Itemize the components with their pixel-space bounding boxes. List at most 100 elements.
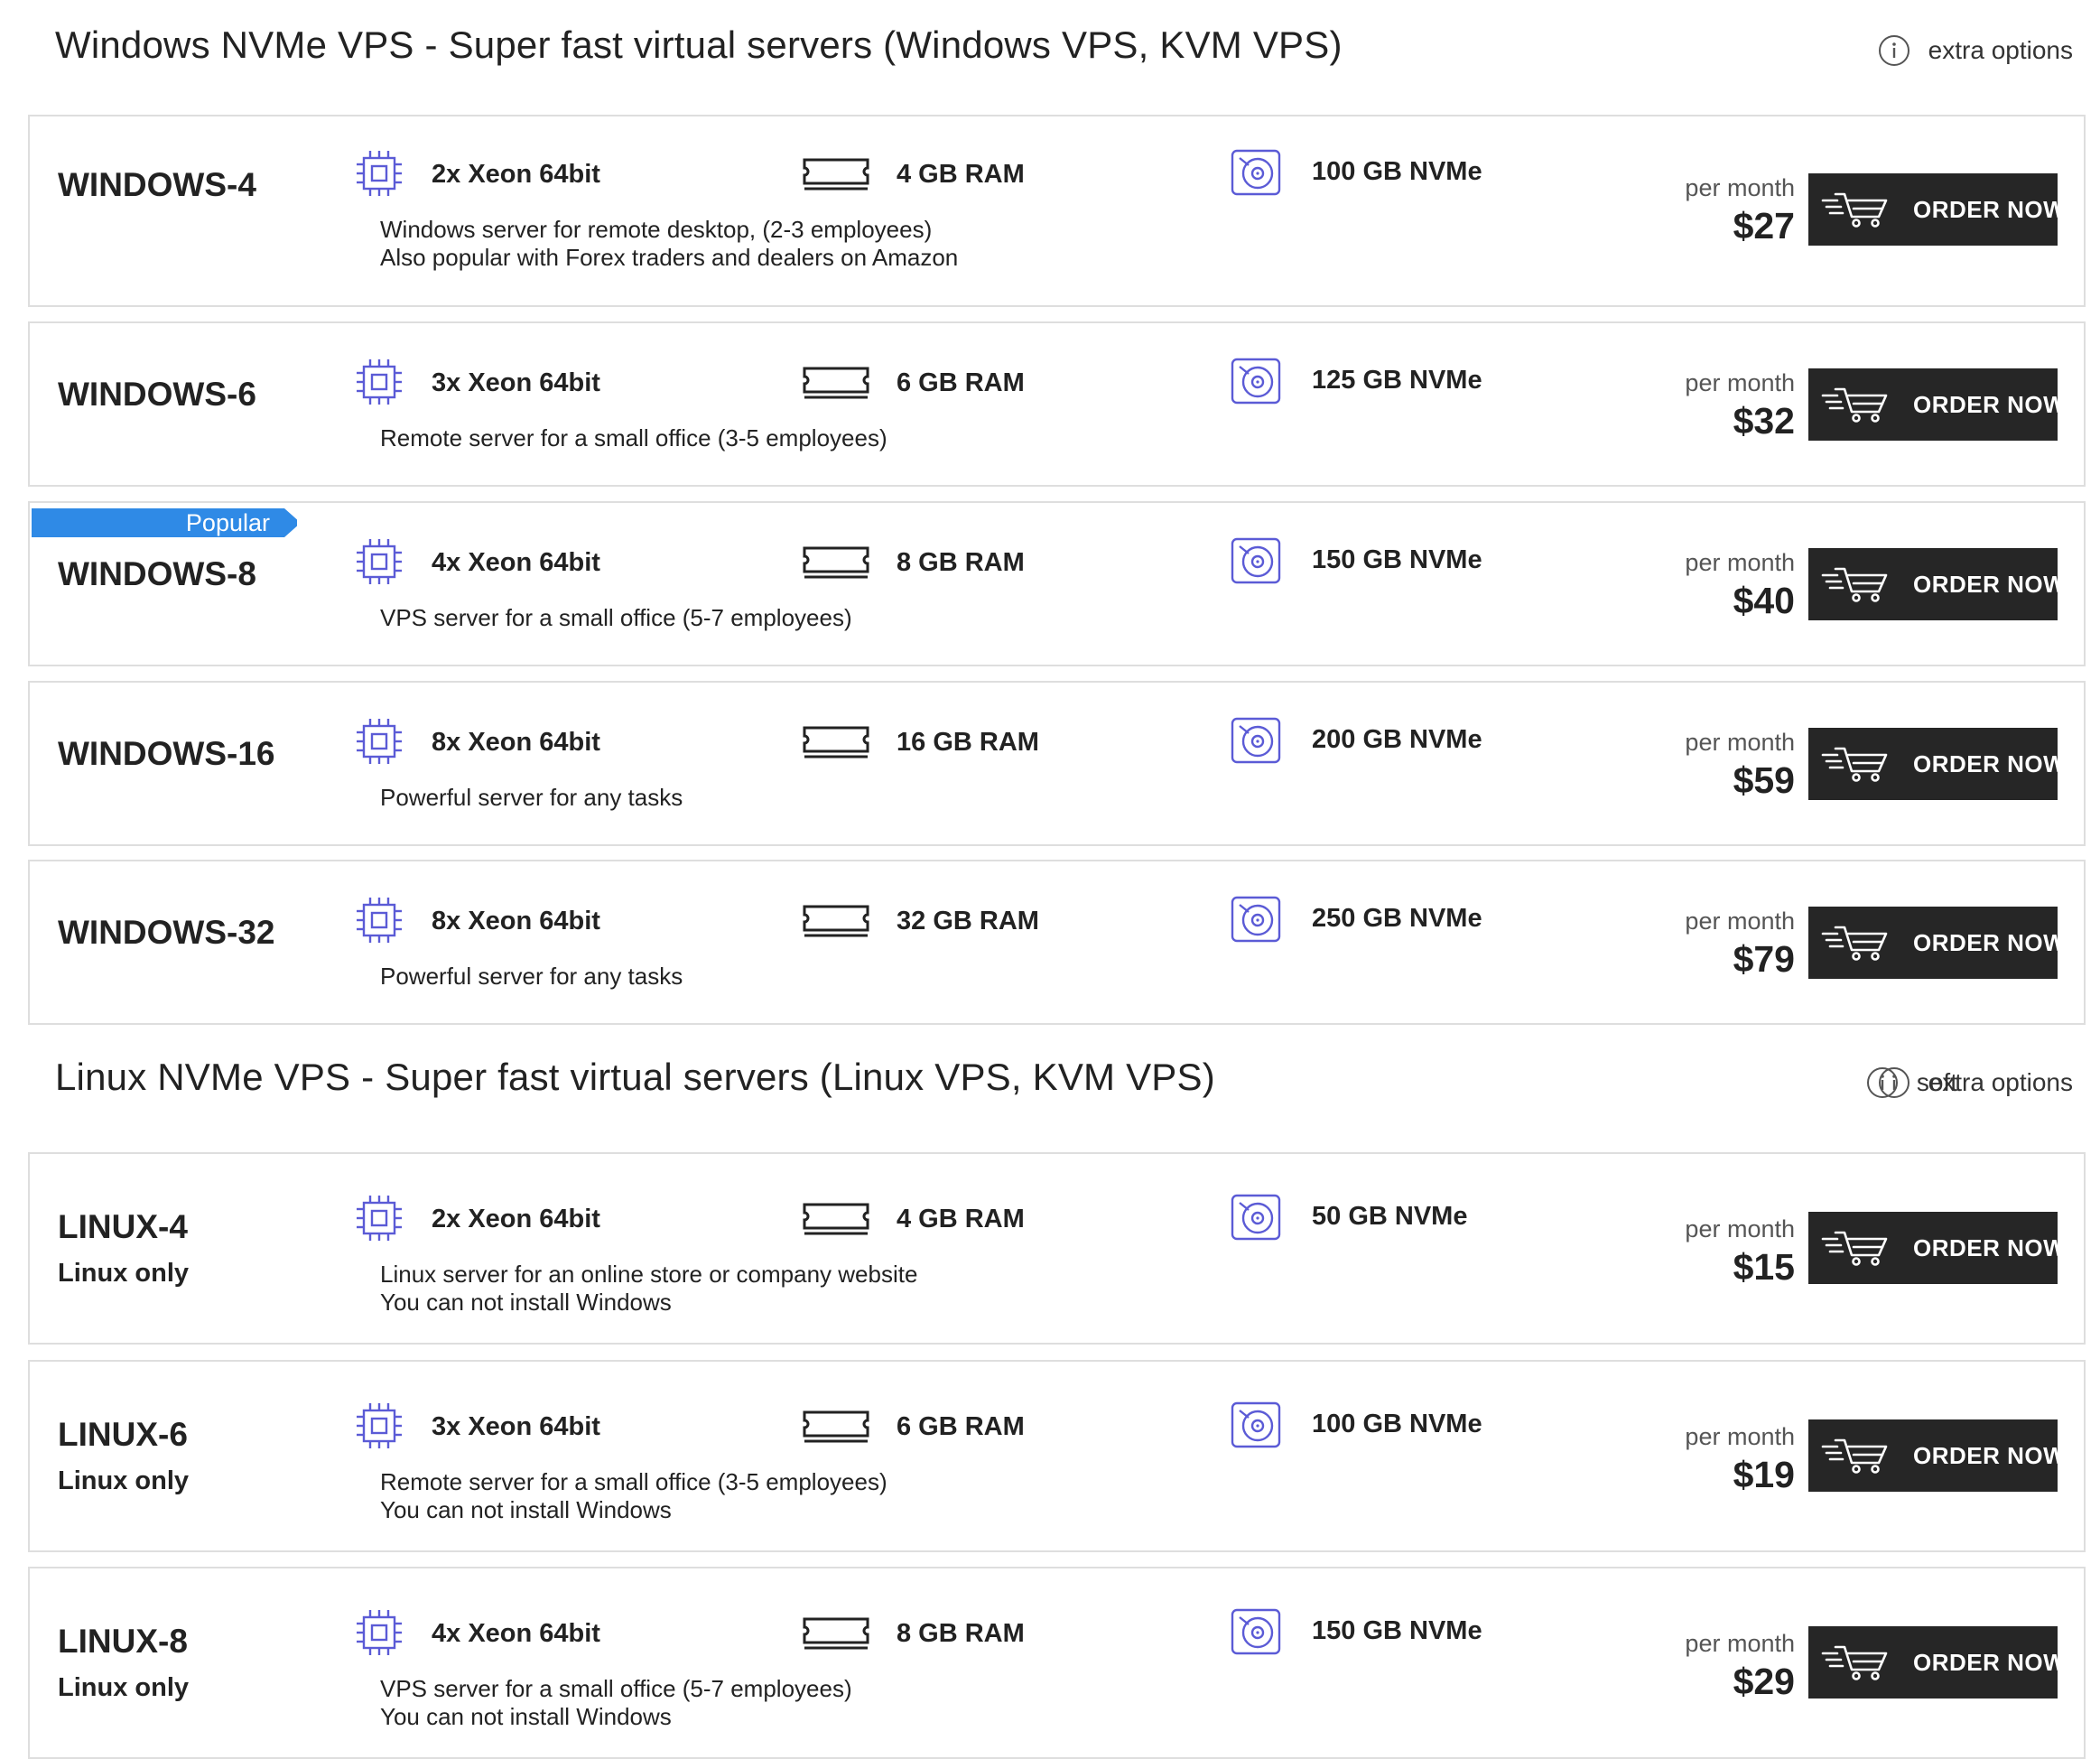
ram-spec: 16 GB RAM (897, 728, 1039, 757)
plan-price: $40 (1733, 580, 1795, 621)
cpu-spec: 3x Xeon 64bit (432, 368, 600, 397)
ram-stick-icon (803, 158, 869, 191)
order-now-button[interactable]: ORDER NOW (1808, 907, 2066, 979)
disk-drive-icon (1231, 1608, 1281, 1655)
ram-stick-icon (803, 1617, 869, 1650)
order-now-button[interactable]: ORDER NOW (1808, 173, 2066, 246)
ram-stick-icon (803, 905, 869, 937)
plan-card: Popular WINDOWS-8 4x Xeon 64bit 8 GB RAM … (28, 501, 2086, 666)
ram-spec: 4 GB RAM (897, 1205, 1025, 1233)
plan-description-line2: You can not install Windows (380, 1496, 672, 1523)
plan-name: LINUX-8 (58, 1623, 188, 1660)
info-icon (1878, 1067, 1910, 1098)
disk-spec: 250 GB NVMe (1312, 904, 1482, 933)
ram-stick-icon (803, 1410, 869, 1443)
plan-subtitle: Linux only (58, 1466, 189, 1495)
shopping-cart-icon (1821, 747, 1888, 782)
shopping-cart-icon (1821, 387, 1888, 423)
disk-drive-icon (1231, 1194, 1281, 1241)
per-month-label: per month (1685, 1423, 1795, 1450)
order-now-button[interactable]: ORDER NOW (1808, 1212, 2066, 1284)
per-month-label: per month (1685, 729, 1795, 756)
linux-extra-options-link[interactable]: extra options (1878, 1065, 2073, 1101)
plan-price: $59 (1733, 759, 1795, 801)
order-now-button[interactable]: ORDER NOW (1808, 1419, 2066, 1492)
order-now-button[interactable]: ORDER NOW (1808, 1626, 2066, 1699)
ram-spec: 4 GB RAM (897, 160, 1025, 189)
order-now-label: ORDER NOW (1913, 1441, 2067, 1469)
plan-name: WINDOWS-6 (58, 376, 256, 413)
cpu-spec: 4x Xeon 64bit (432, 1619, 600, 1648)
plan-card: LINUX-4 Linux only 2x Xeon 64bit 4 GB RAM… (28, 1152, 2086, 1345)
extra-options-label: extra options (1928, 1068, 2073, 1096)
ram-stick-icon (803, 367, 869, 399)
order-now-label: ORDER NOW (1913, 570, 2067, 598)
disk-spec: 125 GB NVMe (1312, 366, 1482, 395)
plan-description: VPS server for a small office (5-7 emplo… (380, 1675, 852, 1702)
disk-drive-icon (1231, 149, 1281, 196)
ram-spec: 6 GB RAM (897, 368, 1025, 397)
shopping-cart-icon (1821, 1231, 1888, 1266)
per-month-label: per month (1685, 174, 1795, 201)
plan-description-line2: You can not install Windows (380, 1703, 672, 1730)
plan-description: Powerful server for any tasks (380, 784, 683, 811)
ram-spec: 8 GB RAM (897, 1619, 1025, 1648)
plan-description-line2: You can not install Windows (380, 1289, 672, 1316)
windows-section-header: Windows NVMe VPS - Super fast virtual se… (0, 0, 2100, 99)
order-now-label: ORDER NOW (1913, 1648, 2067, 1676)
order-now-button[interactable]: ORDER NOW (1808, 548, 2066, 620)
disk-spec: 150 GB NVMe (1312, 545, 1482, 574)
cpu-chip-icon (357, 539, 402, 584)
disk-spec: 50 GB NVMe (1312, 1202, 1468, 1231)
ram-stick-icon (803, 546, 869, 579)
disk-spec: 100 GB NVMe (1312, 157, 1482, 186)
plan-price: $79 (1733, 938, 1795, 980)
per-month-label: per month (1685, 907, 1795, 935)
plan-description: Powerful server for any tasks (380, 963, 683, 990)
linux-section-header: Linux NVMe VPS - Super fast virtual serv… (0, 1032, 2100, 1131)
linux-section-title: Linux NVMe VPS - Super fast virtual serv… (55, 1056, 1215, 1098)
plan-name: LINUX-4 (58, 1208, 188, 1245)
disk-spec: 100 GB NVMe (1312, 1410, 1482, 1438)
shopping-cart-icon (1821, 192, 1888, 228)
cpu-spec: 3x Xeon 64bit (432, 1412, 600, 1441)
disk-drive-icon (1231, 896, 1281, 943)
order-now-label: ORDER NOW (1913, 749, 2067, 777)
shopping-cart-icon (1821, 926, 1888, 961)
cpu-chip-icon (357, 1610, 402, 1655)
cpu-chip-icon (357, 898, 402, 943)
plan-description: Remote server for a small office (3-5 em… (380, 1468, 887, 1495)
disk-drive-icon (1231, 717, 1281, 764)
plan-description: VPS server for a small office (5-7 emplo… (380, 604, 852, 631)
windows-extra-options-link[interactable]: extra options (1878, 33, 2073, 69)
windows-section-title: Windows NVMe VPS - Super fast virtual se… (55, 23, 1343, 66)
plan-name: WINDOWS-32 (58, 914, 275, 951)
order-now-button[interactable]: ORDER NOW (1808, 728, 2066, 800)
disk-spec: 200 GB NVMe (1312, 725, 1482, 754)
ram-spec: 8 GB RAM (897, 548, 1025, 577)
plan-description: Linux server for an online store or comp… (380, 1261, 918, 1288)
info-icon (1878, 35, 1910, 66)
disk-drive-icon (1231, 1401, 1281, 1448)
shopping-cart-icon (1821, 1645, 1888, 1680)
cpu-chip-icon (357, 1403, 402, 1448)
plan-name: WINDOWS-16 (58, 735, 275, 772)
cpu-spec: 8x Xeon 64bit (432, 728, 600, 757)
ram-spec: 6 GB RAM (897, 1412, 1025, 1441)
plan-price: $19 (1733, 1454, 1795, 1495)
per-month-label: per month (1685, 369, 1795, 396)
plan-price: $29 (1733, 1661, 1795, 1702)
order-now-button[interactable]: ORDER NOW (1808, 368, 2066, 441)
order-now-label: ORDER NOW (1913, 390, 2067, 418)
plan-name: WINDOWS-8 (58, 555, 256, 592)
plan-description: Remote server for a small office (3-5 em… (380, 424, 887, 451)
ram-stick-icon (803, 726, 869, 759)
plan-card: LINUX-6 Linux only 3x Xeon 64bit 6 GB RAM… (28, 1360, 2086, 1552)
plan-name: LINUX-6 (58, 1416, 188, 1453)
plan-description-line2: Also popular with Forex traders and deal… (380, 244, 959, 271)
plan-card: LINUX-8 Linux only 4x Xeon 64bit 8 GB RAM… (28, 1567, 2086, 1759)
disk-drive-icon (1231, 358, 1281, 405)
cpu-spec: 4x Xeon 64bit (432, 548, 600, 577)
extra-options-label: extra options (1928, 36, 2073, 64)
order-now-label: ORDER NOW (1913, 1233, 2067, 1261)
